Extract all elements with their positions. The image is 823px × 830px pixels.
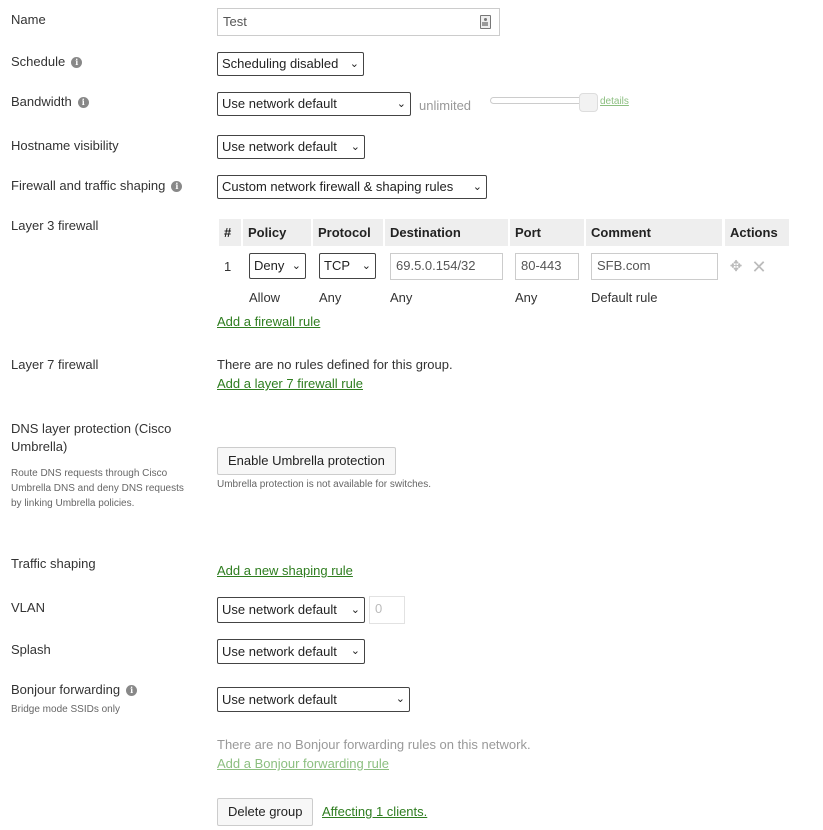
bonjour-empty-text: There are no Bonjour forwarding rules on… xyxy=(217,737,531,752)
info-icon[interactable]: i xyxy=(71,57,83,69)
firewall-shaping-value: Custom network firewall & shaping rules xyxy=(222,179,454,194)
bonjour-label: Bonjour forwarding i xyxy=(11,682,138,697)
name-input[interactable]: Test xyxy=(217,8,500,36)
bandwidth-slider[interactable] xyxy=(490,97,590,104)
default-destination: Any xyxy=(390,290,413,305)
chevron-down-icon: ⌄ xyxy=(395,693,405,705)
bonjour-label-text: Bonjour forwarding xyxy=(11,682,121,697)
layer3-firewall-label: Layer 3 firewall xyxy=(11,218,99,233)
chevron-down-icon: ⌄ xyxy=(291,260,301,272)
add-shaping-rule-link[interactable]: Add a new shaping rule xyxy=(217,563,353,578)
delete-group-button[interactable]: Delete group xyxy=(217,798,314,826)
splash-value: Use network default xyxy=(222,644,337,659)
bonjour-value: Use network default xyxy=(222,692,337,707)
bonjour-select[interactable]: Use network default ⌄ xyxy=(217,687,410,712)
chevron-down-icon: ⌄ xyxy=(350,645,360,657)
vlan-select[interactable]: Use network default ⌄ xyxy=(217,597,365,623)
bandwidth-label: Bandwidth i xyxy=(11,94,89,109)
column-header-protocol: Protocol xyxy=(313,219,383,246)
info-icon[interactable]: i xyxy=(77,97,89,109)
add-layer7-rule-link[interactable]: Add a layer 7 firewall rule xyxy=(217,376,363,391)
bandwidth-slider-handle[interactable] xyxy=(579,93,598,112)
add-bonjour-rule-link[interactable]: Add a Bonjour forwarding rule xyxy=(217,756,389,771)
default-comment: Default rule xyxy=(591,290,658,305)
chevron-down-icon: ⌄ xyxy=(350,604,360,616)
column-header-port: Port xyxy=(510,219,584,246)
schedule-select[interactable]: Scheduling disabled ⌄ xyxy=(217,52,364,76)
info-icon[interactable]: i xyxy=(171,181,183,193)
rule-port-input[interactable]: 80-443 xyxy=(515,253,579,280)
firewall-shaping-label-text: Firewall and traffic shaping xyxy=(11,178,166,193)
column-header-destination: Destination xyxy=(385,219,508,246)
bandwidth-value: Use network default xyxy=(222,96,337,111)
column-header-comment: Comment xyxy=(586,219,722,246)
hostname-visibility-label: Hostname visibility xyxy=(11,138,119,153)
vlan-label: VLAN xyxy=(11,600,45,615)
close-icon[interactable]: ✕ xyxy=(751,258,767,276)
vlan-value: Use network default xyxy=(222,602,337,617)
bonjour-sublabel: Bridge mode SSIDs only xyxy=(11,704,120,715)
rule-policy-value: Deny xyxy=(254,258,285,273)
firewall-shaping-select[interactable]: Custom network firewall & shaping rules ⌄ xyxy=(217,175,487,199)
rule-protocol-value: TCP xyxy=(324,258,350,273)
traffic-shaping-label: Traffic shaping xyxy=(11,556,96,571)
default-protocol: Any xyxy=(319,290,342,305)
affecting-clients-link[interactable]: Affecting 1 clients. xyxy=(322,804,427,819)
bandwidth-details-link[interactable]: details xyxy=(600,96,629,107)
dns-protection-description: Route DNS requests through Cisco Umbrell… xyxy=(11,468,184,509)
chevron-down-icon: ⌄ xyxy=(350,141,360,153)
rule-destination-input[interactable]: 69.5.0.154/32 xyxy=(390,253,503,280)
bandwidth-label-text: Bandwidth xyxy=(11,94,72,109)
schedule-label: Schedule i xyxy=(11,54,83,69)
name-value: Test xyxy=(223,14,247,29)
move-icon[interactable]: ✥ xyxy=(728,259,744,275)
schedule-label-text: Schedule xyxy=(11,54,66,69)
rule-policy-select[interactable]: Deny ⌄ xyxy=(249,253,306,279)
default-policy: Allow xyxy=(249,290,281,305)
schedule-value: Scheduling disabled xyxy=(222,56,339,71)
chevron-down-icon: ⌄ xyxy=(472,181,482,193)
contact-card-icon[interactable] xyxy=(480,15,491,29)
umbrella-note: Umbrella protection is not available for… xyxy=(217,479,431,490)
rule-protocol-select[interactable]: TCP ⌄ xyxy=(319,253,376,279)
column-header-num: # xyxy=(219,219,241,246)
default-port: Any xyxy=(515,290,538,305)
name-label: Name xyxy=(11,12,46,27)
info-icon[interactable]: i xyxy=(126,685,138,697)
bandwidth-limit-text: unlimited xyxy=(419,98,472,113)
column-header-policy: Policy xyxy=(243,219,311,246)
add-firewall-rule-link[interactable]: Add a firewall rule xyxy=(217,314,320,329)
hostname-visibility-value: Use network default xyxy=(222,139,337,154)
chevron-down-icon: ⌄ xyxy=(361,260,371,272)
rule-number: 1 xyxy=(224,259,232,274)
layer7-empty-text: There are no rules defined for this grou… xyxy=(217,357,453,372)
column-header-actions: Actions xyxy=(725,219,789,246)
chevron-down-icon: ⌄ xyxy=(396,98,406,110)
hostname-visibility-select[interactable]: Use network default ⌄ xyxy=(217,135,365,159)
splash-select[interactable]: Use network default ⌄ xyxy=(217,639,365,664)
splash-label: Splash xyxy=(11,642,51,657)
enable-umbrella-button[interactable]: Enable Umbrella protection xyxy=(217,447,396,475)
layer7-firewall-label: Layer 7 firewall xyxy=(11,357,99,372)
chevron-down-icon: ⌄ xyxy=(349,58,359,70)
vlan-id-input[interactable]: 0 xyxy=(369,596,405,624)
firewall-shaping-label: Firewall and traffic shaping i xyxy=(11,178,183,193)
dns-protection-label: DNS layer protection (Cisco Umbrella) xyxy=(11,421,172,454)
bandwidth-select[interactable]: Use network default ⌄ xyxy=(217,92,411,116)
rule-comment-input[interactable]: SFB.com xyxy=(591,253,718,280)
